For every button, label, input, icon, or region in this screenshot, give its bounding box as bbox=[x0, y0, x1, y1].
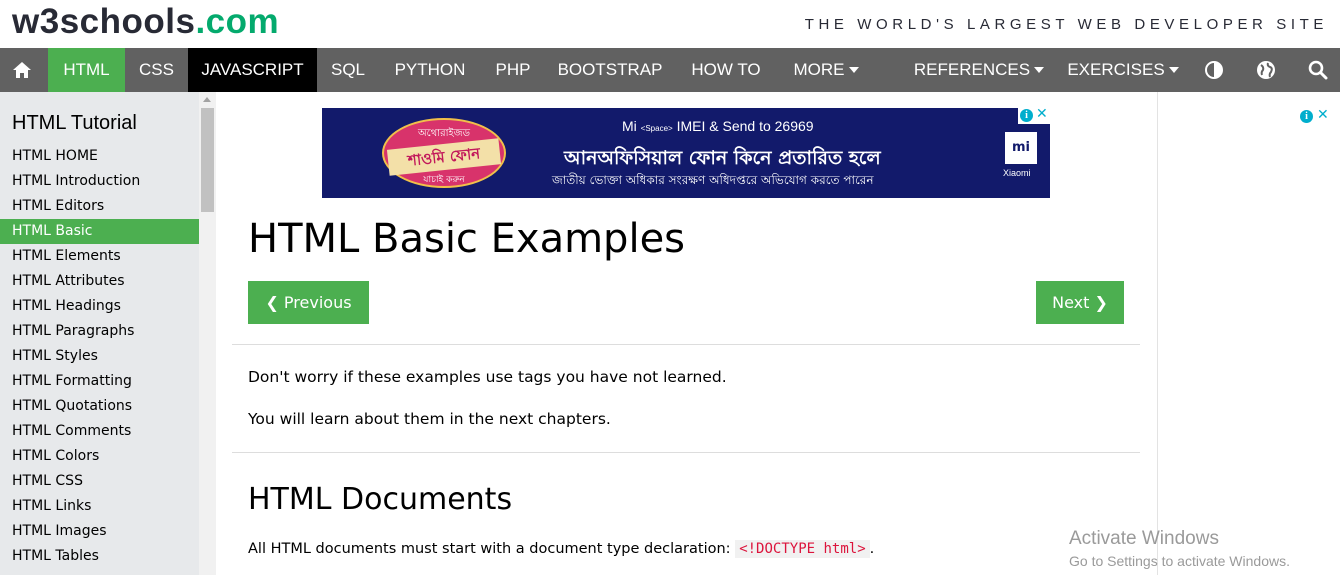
nav-html[interactable]: HTML bbox=[48, 48, 125, 92]
nav-references-label: REFERENCES bbox=[913, 60, 1031, 79]
next-button[interactable]: Next ❯ bbox=[1036, 281, 1124, 324]
nav-bootstrap[interactable]: BOOTSTRAP bbox=[545, 48, 675, 92]
logo-domain: .com bbox=[195, 2, 280, 41]
scroll-up-arrow-icon[interactable] bbox=[203, 97, 211, 102]
doctype-paragraph: All HTML documents must start with a doc… bbox=[248, 540, 875, 558]
sidebar-item-html-quotations[interactable]: HTML Quotations bbox=[0, 394, 199, 419]
home-icon[interactable] bbox=[0, 48, 44, 92]
logo-text: w3schools bbox=[12, 2, 196, 41]
sidebar-title: HTML Tutorial bbox=[12, 112, 137, 134]
nav-how-to[interactable]: HOW TO bbox=[675, 48, 777, 92]
sidebar-item-html-elements[interactable]: HTML Elements bbox=[0, 244, 199, 269]
ad-line-1-space: <Space> bbox=[640, 124, 673, 133]
nav-references[interactable]: REFERENCES bbox=[904, 48, 1054, 92]
right-column-divider bbox=[1157, 92, 1158, 575]
intro-paragraph: Don't worry if these examples use tags y… bbox=[248, 368, 727, 386]
sidebar-item-html-styles[interactable]: HTML Styles bbox=[0, 344, 199, 369]
nav-more-label: MORE bbox=[793, 60, 845, 79]
contrast-icon[interactable] bbox=[1192, 48, 1236, 92]
page-title: HTML Basic Examples bbox=[248, 216, 686, 262]
main-navbar: HTML CSS JAVASCRIPT SQL PYTHON PHP BOOTS… bbox=[0, 48, 1340, 92]
sidebar-item-html-css[interactable]: HTML CSS bbox=[0, 469, 199, 494]
ad-brand-text: Xiaomi bbox=[1003, 168, 1031, 178]
divider bbox=[232, 452, 1140, 453]
ad-badge-main-text: শাওমি ফোন bbox=[386, 138, 502, 176]
sidebar-item-html-editors[interactable]: HTML Editors bbox=[0, 194, 199, 219]
ad-line-1: Mi <Space> IMEI & Send to 26969 bbox=[622, 118, 814, 134]
sidebar-item-html-introduction[interactable]: HTML Introduction bbox=[0, 169, 199, 194]
sidebar-item-html-images[interactable]: HTML Images bbox=[0, 519, 199, 544]
ad-badge: অথোরাইজড শাওমি ফোন যাচাই করুন bbox=[382, 118, 506, 188]
nav-more[interactable]: MORE bbox=[777, 48, 875, 92]
search-icon[interactable] bbox=[1296, 48, 1340, 92]
chevron-down-icon bbox=[848, 66, 859, 73]
sidebar-item-html-attributes[interactable]: HTML Attributes bbox=[0, 269, 199, 294]
ad-line-1-mi: Mi bbox=[622, 118, 637, 134]
sidebar-item-html-paragraphs[interactable]: HTML Paragraphs bbox=[0, 319, 199, 344]
sidebar-item-html-links[interactable]: HTML Links bbox=[0, 494, 199, 519]
code-snippet: <!DOCTYPE html> bbox=[735, 540, 870, 558]
site-tagline: THE WORLD'S LARGEST WEB DEVELOPER SITE bbox=[804, 16, 1328, 33]
ad-banner[interactable]: অথোরাইজড শাওমি ফোন যাচাই করুন Mi <Space>… bbox=[322, 108, 1050, 198]
sidebar: HTML Tutorial HTML HOME HTML Introductio… bbox=[0, 92, 216, 575]
sidebar-scrollbar-thumb[interactable] bbox=[201, 108, 214, 212]
nav-exercises-label: EXERCISES bbox=[1067, 60, 1165, 79]
sidebar-item-html-headings[interactable]: HTML Headings bbox=[0, 294, 199, 319]
sidebar-item-html-basic[interactable]: HTML Basic bbox=[0, 219, 199, 244]
divider bbox=[232, 344, 1140, 345]
section-heading: HTML Documents bbox=[248, 482, 513, 517]
activate-windows-title: Activate Windows bbox=[1069, 528, 1219, 549]
ad-close-icon[interactable]: ✕ bbox=[1036, 106, 1048, 122]
top-header: w3schools.com THE WORLD'S LARGEST WEB DE… bbox=[0, 0, 1340, 48]
globe-icon[interactable] bbox=[1244, 48, 1288, 92]
w3schools-logo[interactable]: w3schools.com bbox=[12, 2, 279, 42]
ad-close-icon[interactable]: ✕ bbox=[1317, 107, 1329, 123]
sidebar-item-html-formatting[interactable]: HTML Formatting bbox=[0, 369, 199, 394]
doctype-text: All HTML documents must start with a doc… bbox=[248, 541, 731, 557]
chevron-down-icon bbox=[1034, 66, 1045, 73]
ad-badge-bottom-text: যাচাই করুন bbox=[423, 175, 465, 185]
sidebar-item-html-comments[interactable]: HTML Comments bbox=[0, 419, 199, 444]
chevron-down-icon bbox=[1168, 66, 1179, 73]
nav-javascript[interactable]: JAVASCRIPT bbox=[188, 48, 317, 92]
nav-css[interactable]: CSS bbox=[125, 48, 188, 92]
activate-windows-subtitle: Go to Settings to activate Windows. bbox=[1069, 553, 1290, 569]
ad-info-icon[interactable]: i bbox=[1300, 110, 1313, 123]
xiaomi-logo: mi bbox=[1005, 132, 1037, 164]
previous-button[interactable]: ❮ Previous bbox=[248, 281, 369, 324]
nav-sql[interactable]: SQL bbox=[317, 48, 379, 92]
ad-info-icon[interactable]: i bbox=[1020, 109, 1033, 122]
doctype-period: . bbox=[869, 541, 875, 557]
ad-line-1-rest: IMEI & Send to 26969 bbox=[676, 118, 814, 134]
nav-php[interactable]: PHP bbox=[481, 48, 545, 92]
sidebar-item-html-tables[interactable]: HTML Tables bbox=[0, 544, 199, 569]
sidebar-item-html-home[interactable]: HTML HOME bbox=[0, 144, 199, 169]
nav-exercises[interactable]: EXERCISES bbox=[1056, 48, 1190, 92]
nav-python[interactable]: PYTHON bbox=[379, 48, 481, 92]
sidebar-item-html-colors[interactable]: HTML Colors bbox=[0, 444, 199, 469]
intro-paragraph-2: You will learn about them in the next ch… bbox=[248, 410, 611, 428]
ad-line-3: জাতীয় ভোক্তা অধিকার সংরক্ষণ অধিদপ্তরে অ… bbox=[552, 173, 874, 187]
